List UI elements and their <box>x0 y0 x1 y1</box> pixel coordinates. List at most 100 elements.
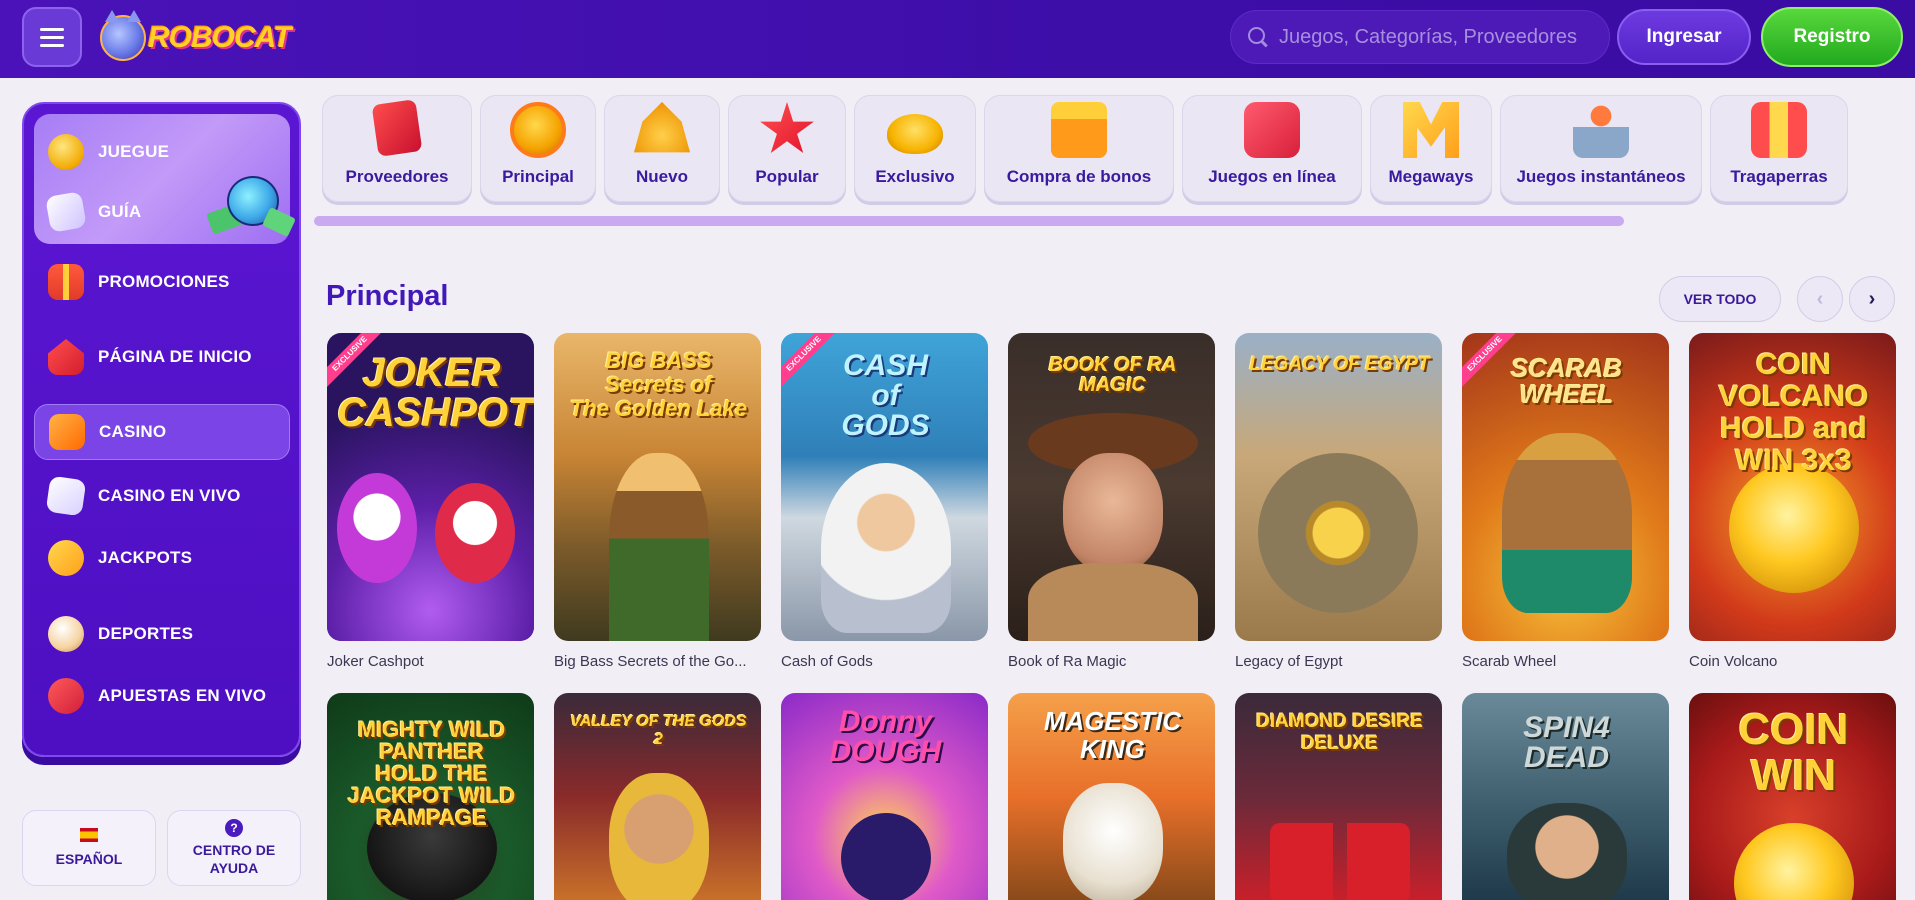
game-name[interactable]: Book of Ra Magic <box>1008 653 1215 670</box>
tab-label: Juegos instantáneos <box>1516 167 1686 186</box>
tab-label: Megaways <box>1388 167 1474 186</box>
game-name[interactable]: Coin Volcano <box>1689 653 1896 670</box>
game-tile-coin-volcano[interactable]: COIN VOLCANO HOLD and WIN 3x3 <box>1689 333 1896 641</box>
tab-label: Proveedores <box>345 167 449 186</box>
game-tile-valley-of-the-gods-2[interactable]: VALLEY OF THE GODS 2 <box>554 693 761 900</box>
game-tile-legacy-of-egypt[interactable]: LEGACY OF EGYPT <box>1235 333 1442 641</box>
tab-proveedores[interactable]: Proveedores <box>322 95 472 202</box>
gift-box-icon <box>1051 102 1107 158</box>
game-tile-magestic-king[interactable]: MAGESTIC KING <box>1008 693 1215 900</box>
tab-label: Principal <box>502 167 574 186</box>
sidebar-item-juegue[interactable]: JUEGUE <box>34 124 290 180</box>
game-tile-diamond-desire-deluxe[interactable]: DIAMOND DESIRE DELUXE <box>1235 693 1442 900</box>
bell-icon <box>634 102 690 153</box>
game-tile-spin4dead[interactable]: SPIN4 DEAD <box>1462 693 1669 900</box>
tab-juegos-en-linea[interactable]: Juegos en línea <box>1182 95 1362 202</box>
game-art-title: MAGESTIC KING <box>1043 706 1182 764</box>
sidebar-item-apuestas-en-vivo[interactable]: APUESTAS EN VIVO <box>34 668 290 724</box>
game-tile-book-of-ra-magic[interactable]: BOOK OF RA MAGIC <box>1008 333 1215 641</box>
menu-line-icon <box>40 43 64 47</box>
hamburger-menu-button[interactable] <box>22 7 82 67</box>
login-button[interactable]: Ingresar <box>1617 9 1751 65</box>
hero-figure-icon <box>1507 803 1627 900</box>
game-tile-big-bass-secrets[interactable]: BIG BASS Secrets of The Golden Lake <box>554 333 761 641</box>
sidebar-item-casino-en-vivo[interactable]: CASINO EN VIVO <box>34 468 290 524</box>
gift-icon <box>48 264 84 300</box>
sidebar-item-label: PÁGINA DE INICIO <box>98 347 252 366</box>
tab-label: Tragaperras <box>1730 167 1828 186</box>
game-tile-coin-win[interactable]: COIN WIN <box>1689 693 1896 900</box>
sidebar-item-pagina-de-inicio[interactable]: PÁGINA DE INICIO <box>34 329 290 385</box>
help-center-button[interactable]: ? CENTRO DE AYUDA <box>167 810 301 886</box>
game-name[interactable]: Big Bass Secrets of the Go... <box>554 653 761 670</box>
game-tile-scarab-wheel[interactable]: SCARAB WHEEL EXCLUSIVE <box>1462 333 1669 641</box>
sidebar-item-guia[interactable]: GUÍA <box>34 184 290 240</box>
tab-principal[interactable]: Principal <box>480 95 596 202</box>
star-icon <box>760 102 814 153</box>
tab-popular[interactable]: Popular <box>728 95 846 202</box>
see-all-button[interactable]: VER TODO <box>1659 276 1781 322</box>
prev-arrow-button[interactable]: ‹ <box>1797 276 1843 322</box>
game-art-title: MIGHTY WILD PANTHER HOLD THE JACKPOT WIL… <box>347 717 516 830</box>
sidebar-item-jackpots[interactable]: JACKPOTS <box>34 530 290 586</box>
search-input[interactable] <box>1279 25 1609 49</box>
search-bar[interactable] <box>1230 10 1610 64</box>
sidebar-item-label: GUÍA <box>98 202 142 221</box>
sidebar: JUEGUE GUÍA PROMOCIONES PÁGINA DE INICIO… <box>22 102 301 757</box>
game-art-title: COIN VOLCANO HOLD and WIN 3x3 <box>1718 348 1869 477</box>
game-art-title: LEGACY OF EGYPT <box>1249 354 1430 375</box>
game-tile-joker-cashpot[interactable]: JOKER CASHPOT EXCLUSIVE <box>327 333 534 641</box>
seven-icon <box>48 540 84 576</box>
sidebar-item-casino[interactable]: CASINO <box>34 404 290 460</box>
game-tile-cash-of-gods[interactable]: CASH of GODS EXCLUSIVE <box>781 333 988 641</box>
sidebar-item-label: CASINO <box>99 422 167 441</box>
goddess-figure-icon <box>609 773 709 900</box>
cards-icon <box>45 475 87 517</box>
joker-figure-icon <box>435 483 515 583</box>
joker-figure-icon <box>337 473 417 583</box>
search-icon <box>1247 26 1269 48</box>
game-name[interactable]: Joker Cashpot <box>327 653 534 670</box>
tab-label: Compra de bonos <box>1006 167 1152 186</box>
language-selector-button[interactable]: ESPAÑOL <box>22 810 156 886</box>
home-icon <box>48 339 84 375</box>
tab-exclusivo[interactable]: Exclusivo <box>854 95 976 202</box>
game-art-title: CASH of GODS <box>841 349 930 442</box>
tab-label: Exclusivo <box>875 167 955 186</box>
category-scrollbar[interactable] <box>314 216 1624 226</box>
next-arrow-button[interactable]: › <box>1849 276 1895 322</box>
cat-mascot-icon <box>100 10 146 61</box>
medal-icon <box>510 102 566 158</box>
sidebar-item-label: JACKPOTS <box>98 548 193 567</box>
logo-text: ROBOCAT <box>148 21 291 54</box>
language-label: ESPAÑOL <box>55 851 123 867</box>
sidebar-item-deportes[interactable]: DEPORTES <box>34 606 290 662</box>
game-name[interactable]: Scarab Wheel <box>1462 653 1669 670</box>
top-header: ROBOCAT Ingresar Registro <box>0 0 1915 78</box>
slot-icon <box>49 414 85 450</box>
game-art-title: JOKER CASHPOT <box>337 351 533 435</box>
menu-line-icon <box>40 35 64 39</box>
game-tile-mighty-wild-panther[interactable]: MIGHTY WILD PANTHER HOLD THE JACKPOT WIL… <box>327 693 534 900</box>
explorer-face-icon <box>1063 453 1163 573</box>
joystick-icon <box>1573 102 1629 158</box>
megaways-icon <box>1403 102 1459 158</box>
sidebar-item-promociones[interactable]: PROMOCIONES <box>34 254 290 310</box>
tab-juegos-instantaneos[interactable]: Juegos instantáneos <box>1500 95 1702 202</box>
fisherman-figure-icon <box>609 453 709 641</box>
robocat-logo[interactable]: ROBOCAT <box>100 10 291 66</box>
slot-machine-icon <box>1751 102 1807 158</box>
sidebar-item-label: CASINO EN VIVO <box>98 486 241 505</box>
game-name[interactable]: Cash of Gods <box>781 653 988 670</box>
sidebar-item-label: DEPORTES <box>98 624 194 643</box>
game-name[interactable]: Legacy of Egypt <box>1235 653 1442 670</box>
tab-compra-de-bonos[interactable]: Compra de bonos <box>984 95 1174 202</box>
section-title: Principal <box>326 280 449 312</box>
tab-megaways[interactable]: Megaways <box>1370 95 1492 202</box>
tab-nuevo[interactable]: Nuevo <box>604 95 720 202</box>
game-tile-donny-dough[interactable]: Donny DOUGH <box>781 693 988 900</box>
register-button[interactable]: Registro <box>1761 7 1903 67</box>
help-label-line1: CENTRO DE <box>192 842 276 858</box>
tab-tragaperras[interactable]: Tragaperras <box>1710 95 1848 202</box>
tab-label: Nuevo <box>636 167 688 186</box>
